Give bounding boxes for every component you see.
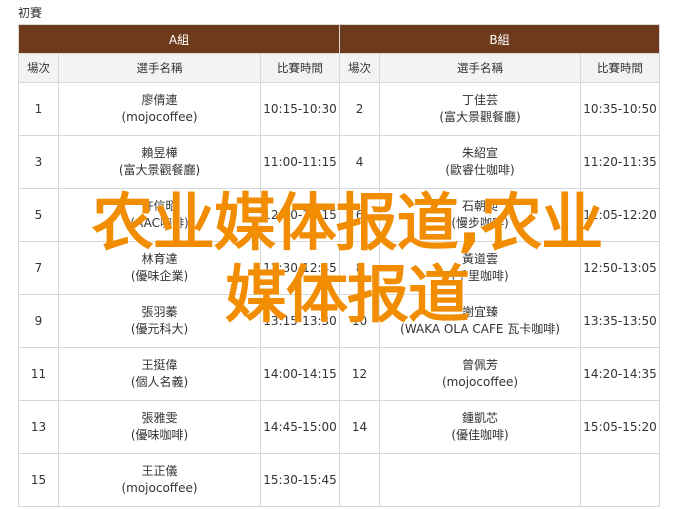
match-time: 13:15-13:30	[259, 294, 341, 348]
match-time	[580, 453, 661, 507]
player-team: (優味企業)	[130, 269, 189, 283]
match-time: 10:35-10:50	[580, 82, 661, 136]
player-team: (千里咖啡)	[451, 269, 509, 283]
player-cell: 林育達 (優味企業)	[58, 241, 261, 295]
player-name: 張羽蓁	[141, 305, 178, 319]
player-cell	[379, 453, 582, 507]
schedule-table: A組 B組 場次 選手名稱 比賽時間 場次 選手名稱 比賽時間 1 廖倩連 (moj…	[17, 24, 661, 507]
player-cell: 王挺偉 (個人名義)	[58, 347, 261, 401]
match-number: 13	[18, 400, 59, 454]
player-name: 廖倩連	[141, 93, 178, 107]
player-team: (mojocoffee)	[442, 375, 519, 389]
round-heading: 初賽	[18, 6, 43, 20]
player-cell: 張羽蓁 (優元科大)	[58, 294, 261, 348]
player-name: 丁佳芸	[462, 93, 499, 107]
match-number: 12	[339, 347, 381, 401]
player-name: 賴昱樺	[141, 146, 178, 160]
group-header-row: A組 B組	[17, 24, 661, 54]
match-number: 3	[18, 135, 59, 189]
table-row: 13 張雅雯 (優味咖啡) 14:45-15:00 14 鍾凱芯 (優佳咖啡) 15:05-1…	[18, 400, 661, 454]
player-team: (富大景觀餐廳)	[118, 163, 201, 177]
table-row: 3 賴昱樺 (富大景觀餐廳) 11:00-11:15 4 朱紹宣 (歐睿仕咖啡) 11:20-…	[18, 135, 661, 189]
match-number: 11	[18, 347, 59, 401]
player-team: (優味咖啡)	[130, 428, 189, 442]
player-team: (AAC咖啡)	[130, 216, 189, 230]
player-team: (富大景觀餐廳)	[439, 110, 521, 124]
player-name: 王挺偉	[141, 358, 178, 372]
match-time: 15:05-15:20	[580, 400, 661, 454]
player-cell: 丁佳芸 (富大景觀餐廳)	[379, 82, 582, 136]
table-row: 15 王正儀 (mojocoffee) 15:30-15:45	[18, 453, 661, 507]
group-b-header: B組	[339, 24, 661, 54]
match-number: 7	[18, 241, 59, 295]
player-team: (WAKA OLA CAFE 瓦卡咖啡)	[400, 322, 560, 336]
match-time: 14:45-15:00	[259, 400, 341, 454]
column-header-row: 場次 選手名稱 比賽時間 場次 選手名稱 比賽時間	[18, 53, 661, 83]
match-time: 14:00-14:15	[259, 347, 341, 401]
match-number: 6	[339, 188, 381, 242]
player-cell: 黃道雲 (千里咖啡)	[379, 241, 582, 295]
col-time-a: 比賽時間	[259, 53, 341, 83]
match-number: 5	[18, 188, 59, 242]
player-cell: 謝宜臻 (WAKA OLA CAFE 瓦卡咖啡)	[379, 294, 582, 348]
table-row: 9 張羽蓁 (優元科大) 13:15-13:30 10 謝宜臻 (WAKA OLA CAFE…	[18, 294, 661, 348]
player-cell: 朱紹宣 (歐睿仕咖啡)	[379, 135, 582, 189]
match-time: 10:15-10:30	[259, 82, 341, 136]
match-time: 14:20-14:35	[580, 347, 661, 401]
group-a-header: A組	[17, 24, 341, 54]
player-cell: 賴昱樺 (富大景觀餐廳)	[58, 135, 261, 189]
match-number: 14	[339, 400, 381, 454]
match-number: 2	[339, 82, 381, 136]
match-time: 12:00-12:15	[259, 188, 341, 242]
player-name: 王正儀	[141, 464, 178, 478]
player-cell: 石朝昶 (慢步咖啡)	[379, 188, 582, 242]
player-name: 張雅雯	[141, 411, 178, 425]
player-cell: 曾佩芳 (mojocoffee)	[379, 347, 582, 401]
player-name: 許信昭	[141, 199, 178, 213]
match-time: 11:20-11:35	[580, 135, 661, 189]
player-name: 曾佩芳	[462, 358, 499, 372]
player-team: (優元科大)	[130, 322, 189, 336]
table-row: 7 林育達 (優味企業) 12:30-12:45 8 黃道雲 (千里咖啡) 12:50-13:…	[18, 241, 661, 295]
player-cell: 張雅雯 (優味咖啡)	[58, 400, 261, 454]
match-time: 11:00-11:15	[259, 135, 341, 189]
player-team: (mojocoffee)	[121, 481, 198, 495]
player-team: (mojocoffee)	[121, 110, 198, 124]
match-number: 8	[339, 241, 381, 295]
col-time-b: 比賽時間	[580, 53, 661, 83]
player-name: 朱紹宣	[462, 146, 499, 160]
table-row: 1 廖倩連 (mojocoffee) 10:15-10:30 2 丁佳芸 (富大景觀餐廳) 1…	[18, 82, 661, 136]
match-time: 12:05-12:20	[580, 188, 661, 242]
player-name: 鍾凱芯	[462, 411, 499, 425]
player-cell: 許信昭 (AAC咖啡)	[58, 188, 261, 242]
player-name: 黃道雲	[462, 252, 499, 266]
col-order-a: 場次	[18, 53, 59, 83]
player-team: (個人名義)	[130, 375, 189, 389]
match-number	[339, 453, 381, 507]
match-time: 12:30-12:45	[259, 241, 341, 295]
col-player-a: 選手名稱	[58, 53, 261, 83]
match-number: 1	[18, 82, 59, 136]
player-team: (優佳咖啡)	[451, 428, 509, 442]
player-cell: 廖倩連 (mojocoffee)	[58, 82, 261, 136]
player-team: (歐睿仕咖啡)	[445, 163, 515, 177]
player-name: 謝宜臻	[462, 305, 499, 319]
table-row: 11 王挺偉 (個人名義) 14:00-14:15 12 曾佩芳 (mojocoffee) 1…	[18, 347, 661, 401]
player-name: 石朝昶	[462, 199, 499, 213]
player-cell: 王正儀 (mojocoffee)	[58, 453, 261, 507]
col-order-b: 場次	[339, 53, 381, 83]
player-name: 林育達	[141, 252, 178, 266]
match-number: 9	[18, 294, 59, 348]
match-number: 15	[18, 453, 59, 507]
player-team: (慢步咖啡)	[451, 216, 509, 230]
match-time: 13:35-13:50	[580, 294, 661, 348]
match-time: 12:50-13:05	[580, 241, 661, 295]
col-player-b: 選手名稱	[379, 53, 582, 83]
match-number: 4	[339, 135, 381, 189]
player-cell: 鍾凱芯 (優佳咖啡)	[379, 400, 582, 454]
match-number: 10	[339, 294, 381, 348]
table-row: 5 許信昭 (AAC咖啡) 12:00-12:15 6 石朝昶 (慢步咖啡) 12:05-12…	[18, 188, 661, 242]
match-time: 15:30-15:45	[259, 453, 341, 507]
